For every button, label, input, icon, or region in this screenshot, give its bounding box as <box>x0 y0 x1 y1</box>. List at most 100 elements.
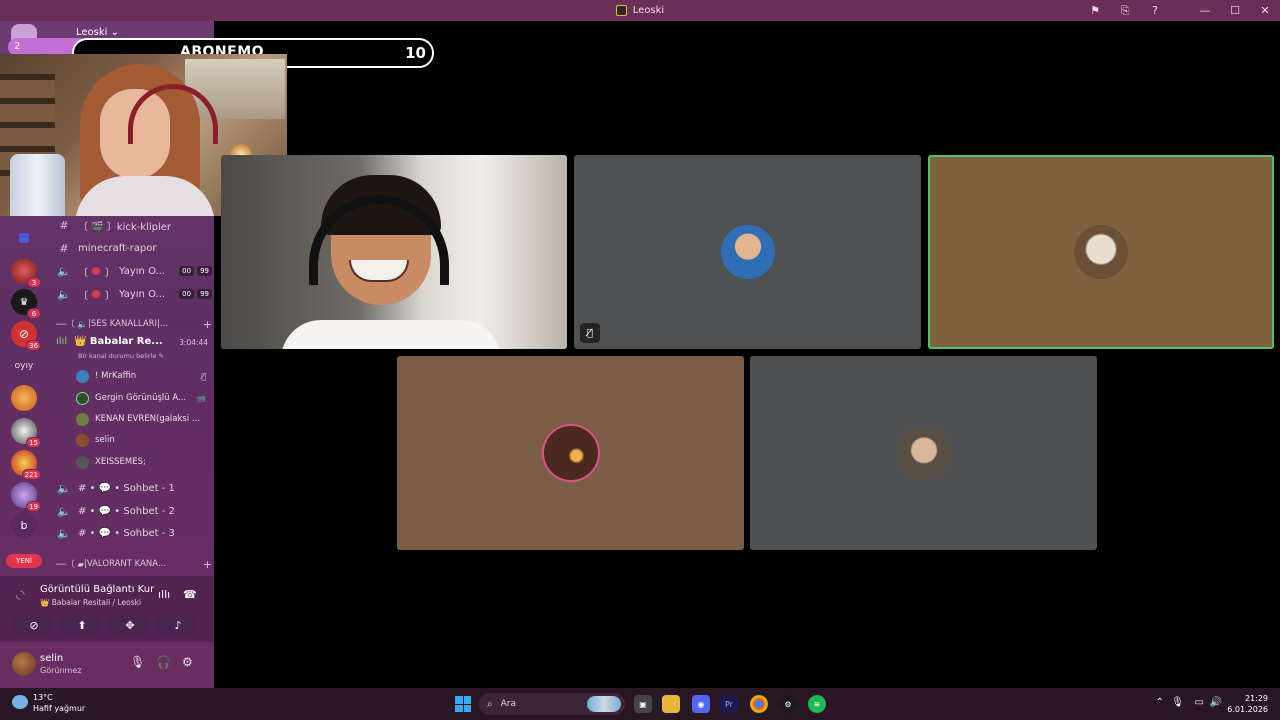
muted-icon: 🎙̸ <box>201 371 206 381</box>
user-name[interactable]: selin <box>40 653 63 664</box>
voice-channel-babalar[interactable]: ılıl 👑 Babalar Re... 3:04:44 Bir kanal d… <box>54 333 210 365</box>
tile-selin[interactable] <box>397 356 744 550</box>
add-channel-icon[interactable]: + <box>203 558 212 571</box>
maximize-icon[interactable]: ☐ <box>1220 0 1250 21</box>
help-icon[interactable]: ? <box>1140 0 1170 21</box>
headphones-icon[interactable]: 🎧 <box>156 655 171 669</box>
user-status: Görünmez <box>40 666 82 675</box>
channel-label: # • 💬 • Sohbet - 3 <box>78 527 175 539</box>
camera-off-button[interactable]: ⊘ <box>14 615 54 635</box>
category-valorant[interactable]: ──〔 ▰ |VALORANT KANA... + <box>56 557 212 571</box>
new-badge[interactable]: YENİ <box>6 554 42 568</box>
speaker-icon: 🔈 <box>57 504 71 518</box>
server-badge: 15 <box>26 437 41 448</box>
server-red[interactable]: 3 <box>11 258 41 288</box>
category-ses-kanallari[interactable]: ──〔 🔈 |SES KANALLARI|... + <box>56 317 212 331</box>
channel-kick-klipler[interactable]: # 〔 🎬 〕kick-klipler <box>56 216 212 234</box>
tray-chevron-icon[interactable]: ⌃ <box>1156 697 1164 708</box>
category-label: |VALORANT KANA... <box>83 559 167 569</box>
channel-label: minecraft-rapor <box>78 242 157 254</box>
activities-icon: ✥ <box>125 618 135 632</box>
tile-mrkaffin[interactable]: 🎙̸ <box>574 155 921 349</box>
signal-icon[interactable]: ◟◝ <box>16 588 25 601</box>
server-b[interactable]: b <box>11 512 37 538</box>
server-badge: 19 <box>26 501 41 512</box>
server-purple[interactable]: 19 <box>11 482 41 512</box>
channel-live-1[interactable]: 🔈 〔〕 Yayın O... 00 99 <box>56 262 212 280</box>
tray-display-icon[interactable]: ▭ <box>1195 697 1204 708</box>
spotify-icon[interactable]: ≋ <box>808 695 826 713</box>
voice-channel-timer: 3:04:44 <box>179 338 208 347</box>
cast-icon[interactable]: ⎘ <box>1110 0 1140 21</box>
channel-label: 〔 🎬 〕kick-klipler <box>78 221 172 233</box>
microphone-icon[interactable]: 🎙 <box>130 655 145 669</box>
chrome-icon[interactable] <box>750 695 768 713</box>
soundboard-wave-icon[interactable]: ıllı <box>158 588 170 601</box>
screen-share-button[interactable]: ⬆ <box>62 615 102 635</box>
search-highlight-icon <box>587 696 621 712</box>
user-count: 00 <box>179 289 195 299</box>
avatar <box>76 433 89 447</box>
file-explorer-icon[interactable] <box>662 695 680 713</box>
channel-sohbet-1[interactable]: 🔈 # • 💬 • Sohbet - 1 <box>56 479 212 497</box>
server-orange[interactable] <box>11 385 37 411</box>
channel-minecraft-rapor[interactable]: # minecraft-rapor <box>56 239 212 257</box>
channel-label: Yayın O... <box>119 288 166 300</box>
dm-indicator-icon <box>19 233 29 243</box>
server-badge: 221 <box>21 469 41 480</box>
voice-panel-subtitle[interactable]: 👑 Babalar Resitali / Leoski <box>40 598 141 607</box>
voice-user-kenan[interactable]: KENAN EVREN(galaksi ... <box>76 410 206 428</box>
voice-user-selin[interactable]: selin <box>76 431 206 449</box>
steam-icon[interactable]: ⚙ <box>779 695 797 713</box>
tray-volume-icon[interactable]: 🔊 <box>1210 697 1222 708</box>
settings-gear-icon[interactable]: ⚙ <box>182 655 193 669</box>
taskbar-clock[interactable]: 21:29 6.01.2026 <box>1227 693 1268 715</box>
disconnect-icon[interactable]: ☎ <box>183 588 197 601</box>
user-avatar[interactable] <box>12 652 36 676</box>
premiere-pro-icon[interactable]: Pr <box>720 695 738 713</box>
sub-goal-count: 10 <box>405 44 426 62</box>
server-yellow[interactable]: 221 <box>11 450 41 480</box>
channel-sohbet-2[interactable]: 🔈 # • 💬 • Sohbet - 2 <box>56 502 212 520</box>
speaker-icon: 🔈 <box>57 481 71 495</box>
soundboard-button[interactable]: ♪ <box>158 615 198 635</box>
channel-label: # • 💬 • Sohbet - 1 <box>78 482 175 494</box>
tile-camera-guy[interactable] <box>221 155 567 349</box>
window-title: Leoski <box>632 5 665 16</box>
voice-panel-title: Görüntülü Bağlantı Kur <box>40 584 155 595</box>
tile-cat[interactable] <box>928 155 1274 349</box>
windows-start-icon[interactable] <box>455 696 471 712</box>
minimize-icon[interactable]: — <box>1190 0 1220 21</box>
no-sign-icon: ⊘ <box>18 327 30 341</box>
discord-icon[interactable]: ◉ <box>692 695 710 713</box>
tile-kenan[interactable] <box>750 356 1097 550</box>
clock-time: 21:29 <box>1244 694 1268 703</box>
voice-user-mrkaffin[interactable]: ! MrKaffin 🎙̸ <box>76 367 206 385</box>
windows-taskbar: 13°C Hafif yağmur ⌕ Ara ▣ ◉ Pr ⚙ ≋ ⌃ 🎙 ▭… <box>0 688 1280 720</box>
category-label: |SES KANALLARI|... <box>88 319 169 329</box>
server-badge: 36 <box>26 340 41 351</box>
voice-user-gergin[interactable]: Gergin Görünüşlü A... 📹 <box>76 389 206 407</box>
task-view-icon[interactable]: ▣ <box>634 695 652 713</box>
activities-button[interactable]: ✥ <box>110 615 150 635</box>
server-nosign[interactable]: ⊘ 36 <box>11 321 41 351</box>
close-icon[interactable]: ✕ <box>1250 0 1280 21</box>
voice-connection-panel: ◟◝ Görüntülü Bağlantı Kur 👑 Babalar Resi… <box>0 576 214 642</box>
taskbar-search[interactable]: ⌕ Ara <box>479 693 625 715</box>
voice-user-name: selin <box>95 435 115 445</box>
add-channel-icon[interactable]: + <box>203 318 212 331</box>
crown-icon: ♛ <box>19 296 29 308</box>
server-crown[interactable]: ♛ 6 <box>11 289 41 319</box>
voice-channel-status[interactable]: Bir kanal durumu belirle ✎ <box>78 352 164 360</box>
channel-live-2[interactable]: 🔈 〔〕 Yayın O... 00 99 <box>56 285 212 303</box>
server-anime[interactable]: 15 <box>11 418 41 448</box>
voice-user-xeissemes[interactable]: XEISSEMES; <box>76 453 206 471</box>
app-icon <box>615 5 627 16</box>
clock-date: 6.01.2026 <box>1227 705 1268 714</box>
tray-mic-icon[interactable]: 🎙 <box>1171 697 1184 708</box>
server-text[interactable]: oyıy <box>6 361 42 371</box>
channel-sohbet-3[interactable]: 🔈 # • 💬 • Sohbet - 3 <box>56 524 212 542</box>
flag-icon[interactable]: ⚑ <box>1080 0 1110 21</box>
user-limit: 99 <box>197 266 212 276</box>
speaker-icon: 🔈 <box>57 287 71 301</box>
